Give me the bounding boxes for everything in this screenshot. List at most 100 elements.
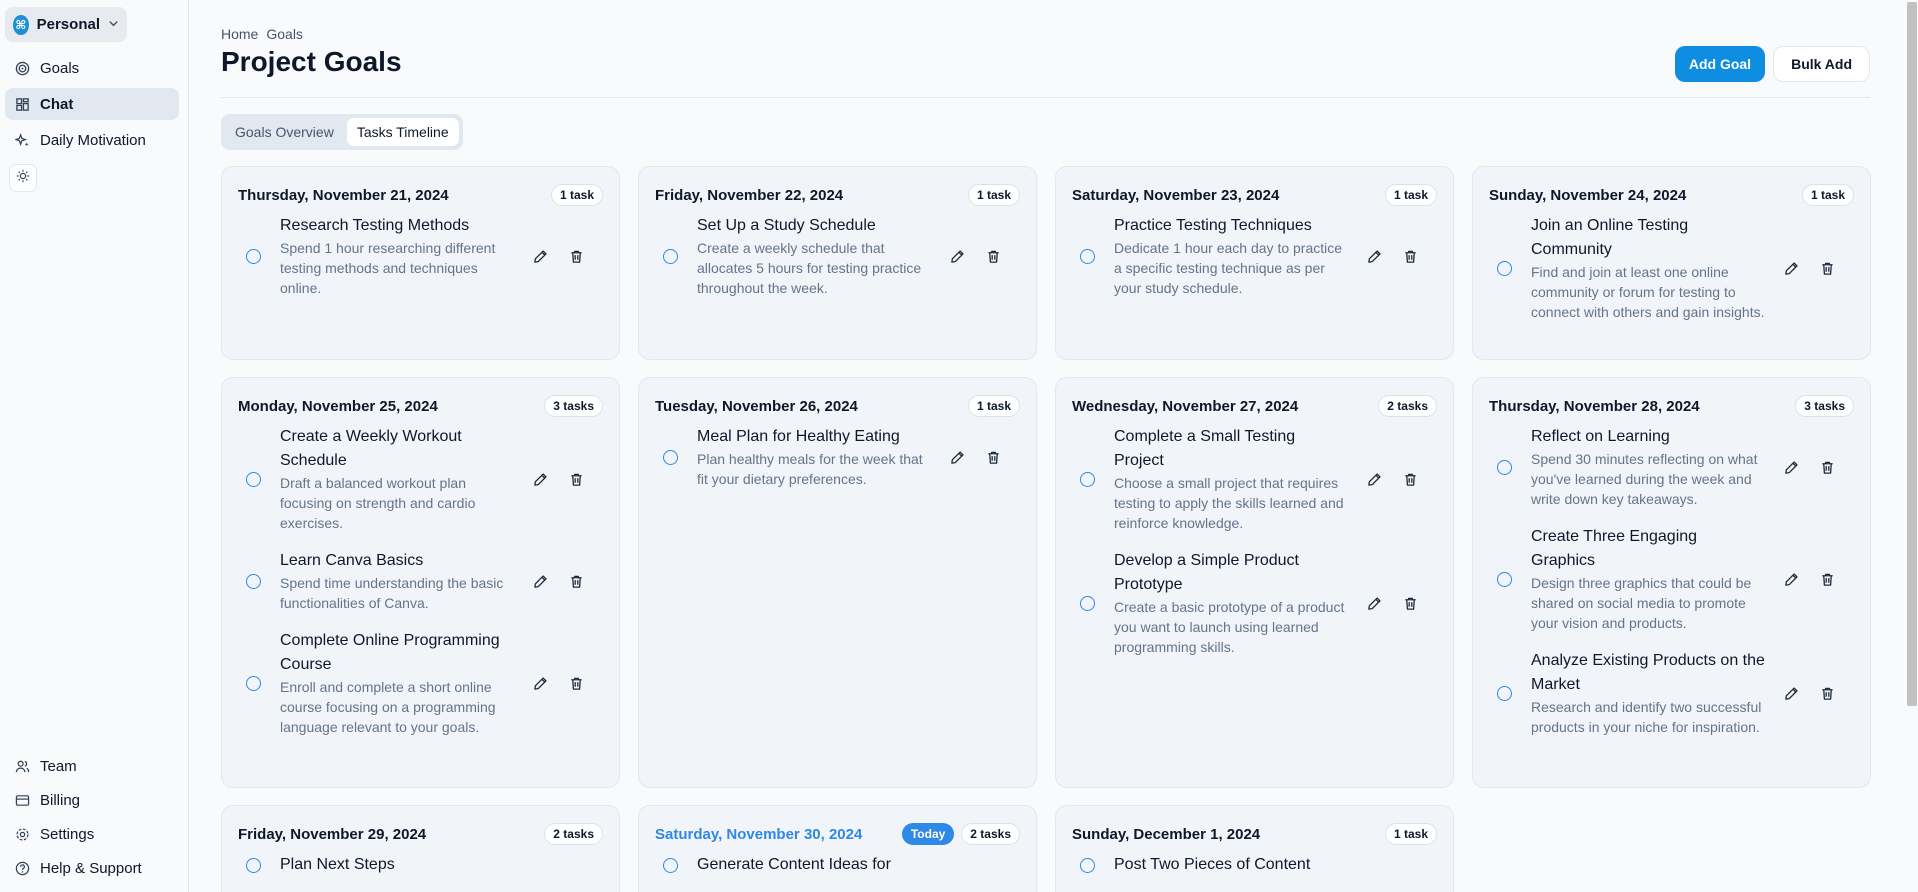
task-complete-checkbox[interactable] bbox=[246, 573, 261, 589]
workspace-logo-icon: ⌘ bbox=[13, 14, 29, 35]
delete-trash-icon[interactable] bbox=[1401, 247, 1419, 265]
bulk-add-button[interactable]: Bulk Add bbox=[1773, 46, 1870, 82]
delete-trash-icon[interactable] bbox=[567, 674, 585, 692]
task-title: Analyze Existing Products on the Market bbox=[1531, 652, 1765, 693]
sidebar-item-billing[interactable]: Billing bbox=[5, 784, 179, 816]
sidebar-item-daily-motivation[interactable]: Daily Motivation bbox=[5, 124, 179, 156]
page-scrollbar[interactable] bbox=[1907, 2, 1917, 706]
task-complete-checkbox[interactable] bbox=[246, 857, 261, 873]
delete-trash-icon[interactable] bbox=[1818, 259, 1836, 277]
day-header: Thursday, November 28, 2024 3 tasks bbox=[1489, 395, 1854, 417]
task-description: Dedicate 1 hour each day to practice a s… bbox=[1114, 240, 1343, 296]
task-body: Research Testing Methods Spend 1 hour res… bbox=[280, 214, 514, 298]
task-body: Create a Weekly Workout Schedule Draft a … bbox=[280, 425, 514, 533]
edit-pencil-icon[interactable] bbox=[948, 448, 966, 466]
tab-tasks-timeline[interactable]: Tasks Timeline bbox=[346, 118, 459, 146]
task-complete-checkbox[interactable] bbox=[1497, 459, 1512, 475]
day-card: Thursday, November 21, 2024 1 task Researc… bbox=[221, 166, 620, 360]
task-item: Create Three Engaging Graphics Design thr… bbox=[1489, 525, 1854, 633]
edit-pencil-icon[interactable] bbox=[1782, 570, 1800, 588]
edit-pencil-icon[interactable] bbox=[1365, 247, 1383, 265]
edit-pencil-icon[interactable] bbox=[531, 674, 549, 692]
target-icon bbox=[14, 60, 30, 76]
delete-trash-icon[interactable] bbox=[984, 448, 1002, 466]
edit-pencil-icon[interactable] bbox=[1782, 259, 1800, 277]
edit-pencil-icon[interactable] bbox=[1365, 470, 1383, 488]
sidebar-item-settings[interactable]: Settings bbox=[5, 818, 179, 850]
sidebar-item-team[interactable]: Team bbox=[5, 750, 179, 782]
task-complete-checkbox[interactable] bbox=[1080, 248, 1095, 264]
theme-toggle-button[interactable] bbox=[9, 164, 37, 192]
delete-trash-icon[interactable] bbox=[1818, 458, 1836, 476]
task-body: Complete Online Programming Course Enroll… bbox=[280, 629, 514, 737]
workspace-switcher[interactable]: ⌘ Personal bbox=[5, 7, 127, 42]
delete-trash-icon[interactable] bbox=[1818, 570, 1836, 588]
task-body: Post Two Pieces of Content bbox=[1114, 853, 1348, 877]
day-card: Tuesday, November 26, 2024 1 task Meal Pla… bbox=[638, 377, 1037, 788]
task-description: Design three graphics that could be shar… bbox=[1531, 575, 1752, 631]
task-actions bbox=[1782, 458, 1836, 476]
task-description: Find and join at least one online commun… bbox=[1531, 264, 1765, 320]
edit-pencil-icon[interactable] bbox=[1782, 684, 1800, 702]
breadcrumb-current[interactable]: Goals bbox=[266, 26, 303, 42]
task-complete-checkbox[interactable] bbox=[246, 675, 261, 691]
edit-pencil-icon[interactable] bbox=[948, 247, 966, 265]
edit-pencil-icon[interactable] bbox=[531, 470, 549, 488]
task-item: Meal Plan for Healthy Eating Plan healthy… bbox=[655, 425, 1020, 489]
task-complete-checkbox[interactable] bbox=[1497, 685, 1512, 701]
task-title: Set Up a Study Schedule bbox=[697, 217, 876, 234]
task-complete-checkbox[interactable] bbox=[1080, 595, 1095, 611]
delete-trash-icon[interactable] bbox=[567, 247, 585, 265]
day-date: Wednesday, November 27, 2024 bbox=[1072, 397, 1299, 415]
tab-goals-overview[interactable]: Goals Overview bbox=[225, 118, 344, 146]
task-title: Reflect on Learning bbox=[1531, 428, 1670, 445]
today-badge: Today bbox=[901, 823, 955, 845]
day-card: Monday, November 25, 2024 3 tasks Create a… bbox=[221, 377, 620, 788]
breadcrumb-home-link[interactable]: Home bbox=[221, 26, 258, 42]
delete-trash-icon[interactable] bbox=[1818, 684, 1836, 702]
sidebar-item-chat[interactable]: Chat bbox=[5, 88, 179, 120]
day-header: Wednesday, November 27, 2024 2 tasks bbox=[1072, 395, 1437, 417]
sidebar-item-goals[interactable]: Goals bbox=[5, 52, 179, 84]
edit-pencil-icon[interactable] bbox=[531, 247, 549, 265]
sidebar-item-label: Team bbox=[40, 757, 77, 775]
delete-trash-icon[interactable] bbox=[567, 470, 585, 488]
day-header: Friday, November 29, 2024 2 tasks bbox=[238, 823, 603, 845]
task-complete-checkbox[interactable] bbox=[1080, 857, 1095, 873]
edit-pencil-icon[interactable] bbox=[531, 572, 549, 590]
task-item: Set Up a Study Schedule Create a weekly s… bbox=[655, 214, 1020, 298]
view-toggle: Goals Overview Tasks Timeline bbox=[221, 114, 463, 150]
task-complete-checkbox[interactable] bbox=[1497, 260, 1512, 276]
task-description: Spend 1 hour researching different testi… bbox=[280, 240, 496, 296]
delete-trash-icon[interactable] bbox=[1401, 470, 1419, 488]
sidebar-item-label: Help & Support bbox=[40, 859, 142, 877]
task-count-badge: 2 tasks bbox=[961, 823, 1020, 845]
task-complete-checkbox[interactable] bbox=[663, 857, 678, 873]
task-complete-checkbox[interactable] bbox=[663, 248, 678, 264]
task-complete-checkbox[interactable] bbox=[1497, 571, 1512, 587]
edit-pencil-icon[interactable] bbox=[1782, 458, 1800, 476]
day-date: Friday, November 22, 2024 bbox=[655, 186, 844, 204]
delete-trash-icon[interactable] bbox=[1401, 594, 1419, 612]
day-date: Friday, November 29, 2024 bbox=[238, 825, 427, 843]
task-item: Post Two Pieces of Content bbox=[1072, 853, 1437, 877]
task-actions bbox=[531, 572, 585, 590]
add-goal-button[interactable]: Add Goal bbox=[1674, 46, 1766, 82]
delete-trash-icon[interactable] bbox=[567, 572, 585, 590]
task-description: Choose a small project that requires tes… bbox=[1114, 475, 1344, 531]
task-complete-checkbox[interactable] bbox=[663, 449, 678, 465]
task-complete-checkbox[interactable] bbox=[1080, 471, 1095, 487]
task-item: Plan Next Steps bbox=[238, 853, 603, 877]
sidebar-item-help[interactable]: Help & Support bbox=[5, 852, 179, 884]
sidebar: ⌘ Personal Goals Chat Daily Motivation T… bbox=[0, 0, 189, 892]
task-item: Complete Online Programming Course Enroll… bbox=[238, 629, 603, 737]
delete-trash-icon[interactable] bbox=[984, 247, 1002, 265]
task-complete-checkbox[interactable] bbox=[246, 471, 261, 487]
day-card: Wednesday, November 27, 2024 2 tasks Compl… bbox=[1055, 377, 1454, 788]
task-complete-checkbox[interactable] bbox=[246, 248, 261, 264]
task-count-badge: 3 tasks bbox=[1795, 395, 1854, 417]
task-actions bbox=[1782, 259, 1836, 277]
day-date: Monday, November 25, 2024 bbox=[238, 397, 438, 415]
task-actions bbox=[531, 674, 585, 692]
edit-pencil-icon[interactable] bbox=[1365, 594, 1383, 612]
